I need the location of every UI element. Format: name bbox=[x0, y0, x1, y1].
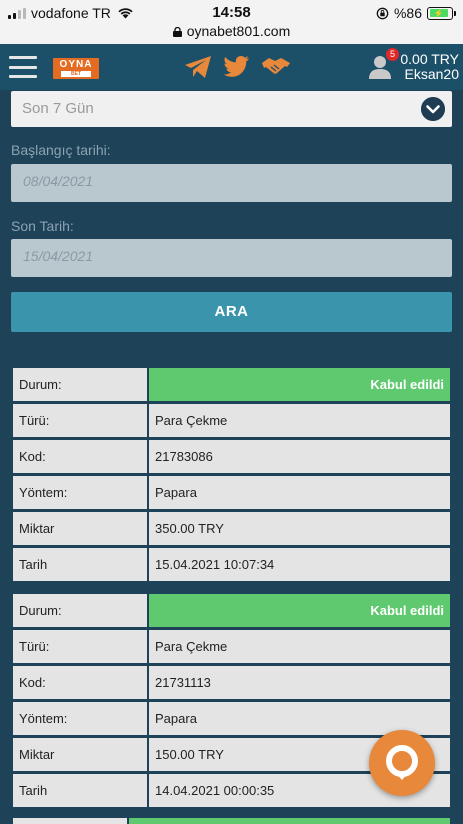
end-date-label: Son Tarih: bbox=[11, 218, 74, 234]
status-bar: vodafone TR 14:58 oynabet801.com %86 ⚡ bbox=[0, 0, 463, 44]
date-label: Tarih bbox=[13, 548, 147, 581]
status-badge: Kabul edildi bbox=[149, 594, 450, 627]
url-text: oynabet801.com bbox=[186, 23, 291, 39]
battery-percent: %86 bbox=[393, 5, 422, 21]
site-logo[interactable]: OYNA BET bbox=[53, 58, 99, 79]
end-date-field[interactable]: 15/04/2021 bbox=[11, 239, 452, 277]
lock-icon bbox=[172, 27, 182, 37]
amount-label: Miktar bbox=[13, 512, 147, 545]
battery-icon: ⚡ bbox=[427, 6, 456, 20]
logo-text-top: OYNA bbox=[59, 59, 93, 70]
amount-value: 350.00 TRY bbox=[149, 512, 450, 545]
chat-icon bbox=[386, 745, 418, 780]
orientation-lock-icon bbox=[376, 7, 389, 19]
status-bar-right: %86 ⚡ bbox=[376, 5, 456, 21]
type-value: Para Çekme bbox=[149, 630, 450, 663]
chevron-down-icon bbox=[421, 97, 445, 121]
menu-icon[interactable] bbox=[9, 56, 37, 78]
amount-label: Miktar bbox=[13, 738, 147, 771]
period-select[interactable]: Son 7 Gün bbox=[11, 91, 452, 127]
start-date-label: Başlangıç tarihi: bbox=[11, 142, 111, 158]
handshake-icon[interactable] bbox=[261, 55, 291, 79]
logo-text-bottom: BET bbox=[61, 71, 91, 77]
type-value: Para Çekme bbox=[149, 404, 450, 437]
live-chat-button[interactable] bbox=[369, 730, 435, 796]
account-summary[interactable]: 0.00 TRY Eksan20 bbox=[400, 52, 459, 82]
date-label: Tarih bbox=[13, 774, 147, 807]
next-card-status-cell bbox=[129, 818, 450, 824]
period-select-value: Son 7 Gün bbox=[22, 100, 94, 117]
twitter-icon[interactable] bbox=[222, 55, 250, 79]
balance-amount: 0.00 TRY bbox=[400, 51, 459, 67]
username: Eksan20 bbox=[404, 66, 459, 82]
code-label: Kod: bbox=[13, 666, 147, 699]
status-label: Durum: bbox=[13, 594, 147, 627]
notification-badge: 5 bbox=[386, 48, 399, 61]
address-bar[interactable]: oynabet801.com bbox=[0, 23, 463, 39]
search-button[interactable]: ARA bbox=[11, 292, 452, 332]
type-label: Türü: bbox=[13, 630, 147, 663]
method-value: Papara bbox=[149, 476, 450, 509]
code-label: Kod: bbox=[13, 440, 147, 473]
status-badge: Kabul edildi bbox=[149, 368, 450, 401]
code-value: 21783086 bbox=[149, 440, 450, 473]
method-label: Yöntem: bbox=[13, 476, 147, 509]
type-label: Türü: bbox=[13, 404, 147, 437]
telegram-icon[interactable] bbox=[184, 55, 212, 79]
start-date-field[interactable]: 08/04/2021 bbox=[11, 164, 452, 202]
code-value: 21731113 bbox=[149, 666, 450, 699]
date-value: 15.04.2021 10:07:34 bbox=[149, 548, 450, 581]
method-label: Yöntem: bbox=[13, 702, 147, 735]
next-card-label-cell bbox=[13, 818, 127, 824]
status-label: Durum: bbox=[13, 368, 147, 401]
